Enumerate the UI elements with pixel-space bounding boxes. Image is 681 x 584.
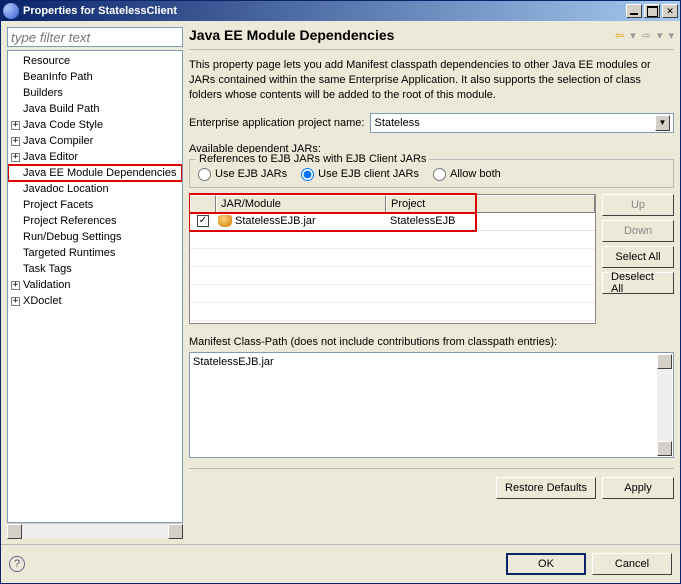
- row-checkbox[interactable]: ✓: [197, 215, 209, 227]
- table-row: [190, 249, 595, 267]
- tree-item-label: Project Facets: [23, 199, 93, 211]
- close-button[interactable]: [662, 4, 678, 18]
- project-name: StatelessEJB: [386, 215, 595, 227]
- up-button[interactable]: Up: [602, 194, 674, 216]
- tree-item[interactable]: +XDoclet: [8, 293, 182, 309]
- maximize-button[interactable]: [644, 4, 660, 18]
- tree-item-label: Java Editor: [23, 151, 78, 163]
- radio-allow-both[interactable]: Allow both: [433, 168, 501, 181]
- scroll-track[interactable]: [657, 369, 672, 441]
- table-row: [190, 285, 595, 303]
- column-module[interactable]: JAR/Module: [216, 195, 386, 213]
- table-row[interactable]: ✓ StatelessEJB.jar StatelessEJB: [190, 213, 595, 231]
- select-all-button[interactable]: Select All: [602, 246, 674, 268]
- scroll-right-button[interactable]: [168, 524, 183, 539]
- restore-defaults-button[interactable]: Restore Defaults: [496, 477, 596, 499]
- tree-hscrollbar[interactable]: [7, 523, 183, 538]
- category-pane: Resource BeanInfo Path Builders Java Build …: [7, 27, 183, 538]
- tree-item-label: Java Code Style: [23, 119, 103, 131]
- module-name: StatelessEJB.jar: [235, 215, 316, 227]
- page-title: Java EE Module Dependencies: [189, 27, 615, 43]
- scroll-down-button[interactable]: [657, 441, 672, 456]
- back-icon[interactable]: ⇦: [615, 29, 624, 42]
- minimize-button[interactable]: [626, 4, 642, 18]
- expand-icon[interactable]: +: [11, 297, 20, 306]
- table-row: [190, 267, 595, 285]
- tree-item-label: XDoclet: [23, 295, 62, 307]
- table-row: [190, 303, 595, 321]
- radio-use-ejb-client-jars[interactable]: Use EJB client JARs: [301, 168, 419, 181]
- tree-item-label: Java Build Path: [23, 103, 99, 115]
- jar-icon: [218, 215, 232, 227]
- group-legend: References to EJB JARs with EJB Client J…: [196, 153, 429, 165]
- tree-item-label: Java Compiler: [23, 135, 93, 147]
- forward-icon[interactable]: ⇨: [642, 29, 651, 42]
- menu-icon[interactable]: ▾: [668, 29, 674, 42]
- tree-item[interactable]: Project References: [8, 213, 182, 229]
- table-row: [190, 231, 595, 249]
- page-description: This property page lets you add Manifest…: [189, 58, 674, 103]
- tree-item-label: Run/Debug Settings: [23, 231, 121, 243]
- scroll-left-button[interactable]: [7, 524, 22, 539]
- tree-item-label: Java EE Module Dependencies: [23, 167, 176, 179]
- tree-item-label: Builders: [23, 87, 63, 99]
- tree-item[interactable]: +Java Code Style: [8, 117, 182, 133]
- down-button[interactable]: Down: [602, 220, 674, 242]
- filter-input[interactable]: [7, 27, 183, 47]
- tree-item-label: BeanInfo Path: [23, 71, 93, 83]
- tree-item[interactable]: Javadoc Location: [8, 181, 182, 197]
- radio-use-ejb-jars[interactable]: Use EJB JARs: [198, 168, 287, 181]
- dropdown-icon[interactable]: ▾: [657, 29, 663, 42]
- classpath-value: StatelessEJB.jar: [193, 356, 274, 368]
- tree-item-label: Project References: [23, 215, 117, 227]
- page-pane: Java EE Module Dependencies ⇦ ▾ ⇨ ▾ ▾ Th…: [189, 27, 674, 538]
- expand-icon[interactable]: +: [11, 121, 20, 130]
- deselect-all-button[interactable]: Deselect All: [602, 272, 674, 294]
- expand-icon[interactable]: +: [11, 137, 20, 146]
- tree-item[interactable]: Targeted Runtimes: [8, 245, 182, 261]
- window-title: Properties for StatelessClient: [23, 5, 624, 17]
- tree-item[interactable]: +Java Compiler: [8, 133, 182, 149]
- tree-item-label: Targeted Runtimes: [23, 247, 115, 259]
- column-project[interactable]: Project: [386, 195, 595, 213]
- project-label: Enterprise application project name:: [189, 117, 364, 129]
- tree-item[interactable]: +Java Editor: [8, 149, 182, 165]
- tree-item[interactable]: Java Build Path: [8, 101, 182, 117]
- tree-item-label: Task Tags: [23, 263, 72, 275]
- apply-button[interactable]: Apply: [602, 477, 674, 499]
- ejb-reference-group: References to EJB JARs with EJB Client J…: [189, 159, 674, 188]
- project-value: Stateless: [374, 117, 419, 129]
- tree-item[interactable]: Run/Debug Settings: [8, 229, 182, 245]
- tree-item-label: Resource: [23, 55, 70, 67]
- properties-dialog: Properties for StatelessClient Resource B…: [0, 0, 681, 584]
- tree-item[interactable]: Project Facets: [8, 197, 182, 213]
- project-combo[interactable]: Stateless ▼: [370, 113, 674, 133]
- tree-item[interactable]: +Validation: [8, 277, 182, 293]
- classpath-label: Manifest Class-Path (does not include co…: [189, 336, 674, 348]
- tree-item[interactable]: BeanInfo Path: [8, 69, 182, 85]
- eclipse-icon: [3, 3, 19, 19]
- classpath-textarea[interactable]: StatelessEJB.jar: [189, 352, 674, 458]
- help-icon[interactable]: ?: [9, 556, 25, 572]
- category-tree[interactable]: Resource BeanInfo Path Builders Java Build …: [7, 50, 183, 523]
- expand-icon[interactable]: +: [11, 153, 20, 162]
- scroll-up-button[interactable]: [657, 354, 672, 369]
- chevron-down-icon[interactable]: ▼: [655, 115, 670, 131]
- expand-icon[interactable]: +: [11, 281, 20, 290]
- tree-item-label: Validation: [23, 279, 71, 291]
- tree-item[interactable]: Task Tags: [8, 261, 182, 277]
- tree-item[interactable]: Resource: [8, 53, 182, 69]
- tree-item[interactable]: Java EE Module Dependencies: [8, 165, 182, 181]
- cancel-button[interactable]: Cancel: [592, 553, 672, 575]
- page-nav: ⇦ ▾ ⇨ ▾ ▾: [615, 29, 674, 42]
- tree-item[interactable]: Builders: [8, 85, 182, 101]
- column-checkbox[interactable]: [190, 195, 216, 213]
- titlebar[interactable]: Properties for StatelessClient: [1, 1, 680, 21]
- jar-table[interactable]: JAR/Module Project ✓ StatelessEJB.jar Stat…: [189, 194, 596, 324]
- ok-button[interactable]: OK: [506, 553, 586, 575]
- classpath-vscrollbar[interactable]: [657, 354, 672, 456]
- dropdown-icon[interactable]: ▾: [630, 29, 636, 42]
- scroll-track[interactable]: [22, 524, 168, 538]
- tree-item-label: Javadoc Location: [23, 183, 109, 195]
